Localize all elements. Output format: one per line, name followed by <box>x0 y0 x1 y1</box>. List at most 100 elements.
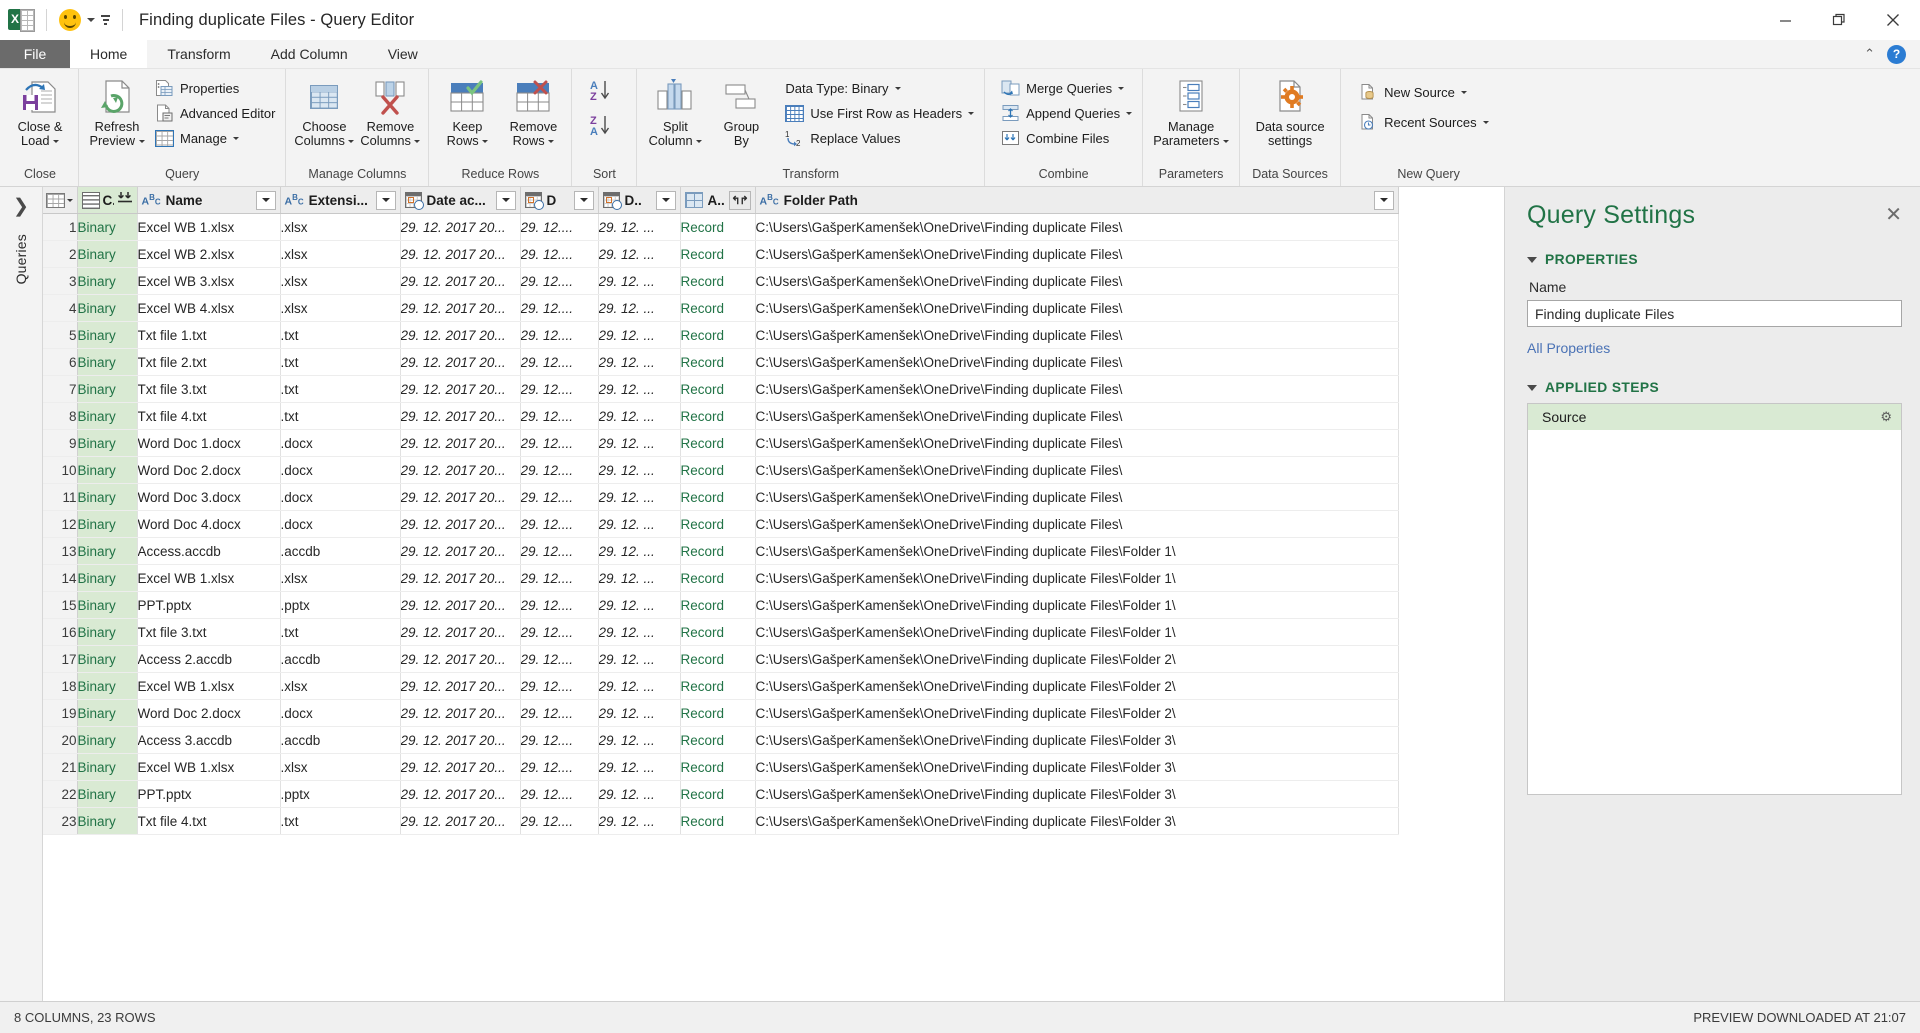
row-number[interactable]: 13 <box>43 537 78 565</box>
all-properties-link[interactable]: All Properties <box>1527 340 1610 356</box>
cell-folder-path[interactable]: C:\Users\GašperKamenšek\OneDrive\Finding… <box>755 267 1399 295</box>
cell-attributes[interactable]: Record <box>680 780 756 808</box>
cell-extension[interactable]: .txt <box>280 618 401 646</box>
queries-pane-collapsed[interactable]: ❯ Queries <box>0 187 43 1001</box>
cell-extension[interactable]: .xlsx <box>280 672 401 700</box>
chevron-down-icon[interactable] <box>1527 384 1537 391</box>
cell-attributes[interactable]: Record <box>680 672 756 700</box>
table-row[interactable]: 4 Binary Excel WB 4.xlsx .xlsx 29. 12. 2017 … <box>43 294 1399 322</box>
cell-name[interactable]: Txt file 2.txt <box>137 348 281 376</box>
cell-date-created[interactable]: 29. 12. ... <box>598 645 681 673</box>
table-row[interactable]: 18 Binary Excel WB 1.xlsx .xlsx 29. 12. 2017… <box>43 672 1399 700</box>
recent-sources-button[interactable]: Recent Sources <box>1355 111 1493 133</box>
cell-date-modified[interactable]: 29. 12.... <box>520 510 599 538</box>
cell-date-modified[interactable]: 29. 12.... <box>520 564 599 592</box>
use-first-row-as-headers-button[interactable]: Use First Row as Headers <box>781 102 978 124</box>
cell-content[interactable]: Binary <box>77 456 138 484</box>
table-row[interactable]: 15 Binary PPT.pptx .pptx 29. 12. 2017 20... 2… <box>43 591 1399 619</box>
cell-date-modified[interactable]: 29. 12.... <box>520 807 599 835</box>
cell-name[interactable]: Excel WB 1.xlsx <box>137 213 281 241</box>
cell-content[interactable]: Binary <box>77 753 138 781</box>
cell-attributes[interactable]: Record <box>680 537 756 565</box>
cell-date-modified[interactable]: 29. 12.... <box>520 213 599 241</box>
cell-date-created[interactable]: 29. 12. ... <box>598 564 681 592</box>
table-row[interactable]: 5 Binary Txt file 1.txt .txt 29. 12. 2017 20… <box>43 321 1399 349</box>
tab-view[interactable]: View <box>368 40 438 68</box>
cell-date-accessed[interactable]: 29. 12. 2017 20... <box>400 726 521 754</box>
combine-files-button[interactable]: Combine Files <box>997 127 1136 149</box>
cell-folder-path[interactable]: C:\Users\GašperKamenšek\OneDrive\Finding… <box>755 483 1399 511</box>
chevron-down-icon[interactable] <box>1527 256 1537 263</box>
table-row[interactable]: 1 Binary Excel WB 1.xlsx .xlsx 29. 12. 2017 … <box>43 213 1399 241</box>
cell-date-accessed[interactable]: 29. 12. 2017 20... <box>400 564 521 592</box>
cell-extension[interactable]: .docx <box>280 429 401 457</box>
cell-attributes[interactable]: Record <box>680 807 756 835</box>
filter-button-date-accessed[interactable] <box>495 190 516 210</box>
data-type-dropdown-icon[interactable] <box>894 86 901 90</box>
cell-date-created[interactable]: 29. 12. ... <box>598 213 681 241</box>
cell-attributes[interactable]: Record <box>680 591 756 619</box>
chevron-up-icon[interactable]: ⌃ <box>1864 46 1875 62</box>
cell-attributes[interactable]: Record <box>680 321 756 349</box>
cell-extension[interactable]: .docx <box>280 699 401 727</box>
cell-name[interactable]: Word Doc 1.docx <box>137 429 281 457</box>
keep-rows-button[interactable]: Keep Rows <box>435 75 499 147</box>
cell-date-modified[interactable]: 29. 12.... <box>520 483 599 511</box>
table-row[interactable]: 3 Binary Excel WB 3.xlsx .xlsx 29. 12. 2017 … <box>43 267 1399 295</box>
refresh-preview-button[interactable]: Refresh Preview <box>85 75 149 147</box>
cell-date-modified[interactable]: 29. 12.... <box>520 294 599 322</box>
cell-extension[interactable]: .docx <box>280 510 401 538</box>
cell-date-modified[interactable]: 29. 12.... <box>520 375 599 403</box>
column-header-content[interactable]: C.. <box>77 187 138 214</box>
cell-date-accessed[interactable]: 29. 12. 2017 20... <box>400 294 521 322</box>
cell-date-accessed[interactable]: 29. 12. 2017 20... <box>400 213 521 241</box>
cell-folder-path[interactable]: C:\Users\GašperKamenšek\OneDrive\Finding… <box>755 753 1399 781</box>
tab-transform[interactable]: Transform <box>147 40 250 68</box>
cell-attributes[interactable]: Record <box>680 645 756 673</box>
cell-date-modified[interactable]: 29. 12.... <box>520 456 599 484</box>
cell-name[interactable]: PPT.pptx <box>137 780 281 808</box>
cell-name[interactable]: Access 3.accdb <box>137 726 281 754</box>
remove-columns-button[interactable]: Remove Columns <box>358 75 422 147</box>
cell-attributes[interactable]: Record <box>680 483 756 511</box>
cell-date-modified[interactable]: 29. 12.... <box>520 240 599 268</box>
cell-folder-path[interactable]: C:\Users\GašperKamenšek\OneDrive\Finding… <box>755 537 1399 565</box>
cell-name[interactable]: Txt file 4.txt <box>137 807 281 835</box>
manage-dropdown-icon[interactable] <box>232 136 239 140</box>
table-row[interactable]: 20 Binary Access 3.accdb .accdb 29. 12. 2017… <box>43 726 1399 754</box>
cell-folder-path[interactable]: C:\Users\GašperKamenšek\OneDrive\Finding… <box>755 780 1399 808</box>
cell-folder-path[interactable]: C:\Users\GašperKamenšek\OneDrive\Finding… <box>755 240 1399 268</box>
table-row[interactable]: 9 Binary Word Doc 1.docx .docx 29. 12. 2017 … <box>43 429 1399 457</box>
tab-home[interactable]: Home <box>70 40 148 68</box>
row-number[interactable]: 19 <box>43 699 78 727</box>
cell-name[interactable]: Excel WB 1.xlsx <box>137 753 281 781</box>
cell-folder-path[interactable]: C:\Users\GašperKamenšek\OneDrive\Finding… <box>755 672 1399 700</box>
row-number[interactable]: 8 <box>43 402 78 430</box>
cell-date-created[interactable]: 29. 12. ... <box>598 699 681 727</box>
cell-content[interactable]: Binary <box>77 564 138 592</box>
cell-date-created[interactable]: 29. 12. ... <box>598 618 681 646</box>
cell-date-accessed[interactable]: 29. 12. 2017 20... <box>400 807 521 835</box>
cell-extension[interactable]: .docx <box>280 483 401 511</box>
cell-attributes[interactable]: Record <box>680 618 756 646</box>
smiley-icon[interactable] <box>59 9 81 31</box>
choose-columns-button[interactable]: Choose Columns <box>292 75 356 147</box>
column-header-name[interactable]: ABC Name <box>137 187 281 214</box>
table-row[interactable]: 19 Binary Word Doc 2.docx .docx 29. 12. 2017… <box>43 699 1399 727</box>
cell-name[interactable]: Word Doc 3.docx <box>137 483 281 511</box>
row-number[interactable]: 7 <box>43 375 78 403</box>
merge-queries-button[interactable]: Merge Queries <box>997 77 1136 99</box>
cell-name[interactable]: Txt file 1.txt <box>137 321 281 349</box>
cell-date-created[interactable]: 29. 12. ... <box>598 402 681 430</box>
cell-extension[interactable]: .xlsx <box>280 267 401 295</box>
cell-name[interactable]: Excel WB 1.xlsx <box>137 672 281 700</box>
row-number[interactable]: 11 <box>43 483 78 511</box>
cell-extension[interactable]: .txt <box>280 375 401 403</box>
new-source-button[interactable]: New Source <box>1355 81 1493 103</box>
row-number[interactable]: 12 <box>43 510 78 538</box>
cell-extension[interactable]: .pptx <box>280 591 401 619</box>
tab-file[interactable]: File <box>0 40 70 68</box>
cell-content[interactable]: Binary <box>77 699 138 727</box>
cell-content[interactable]: Binary <box>77 348 138 376</box>
recent-sources-dropdown-icon[interactable] <box>1482 120 1489 124</box>
